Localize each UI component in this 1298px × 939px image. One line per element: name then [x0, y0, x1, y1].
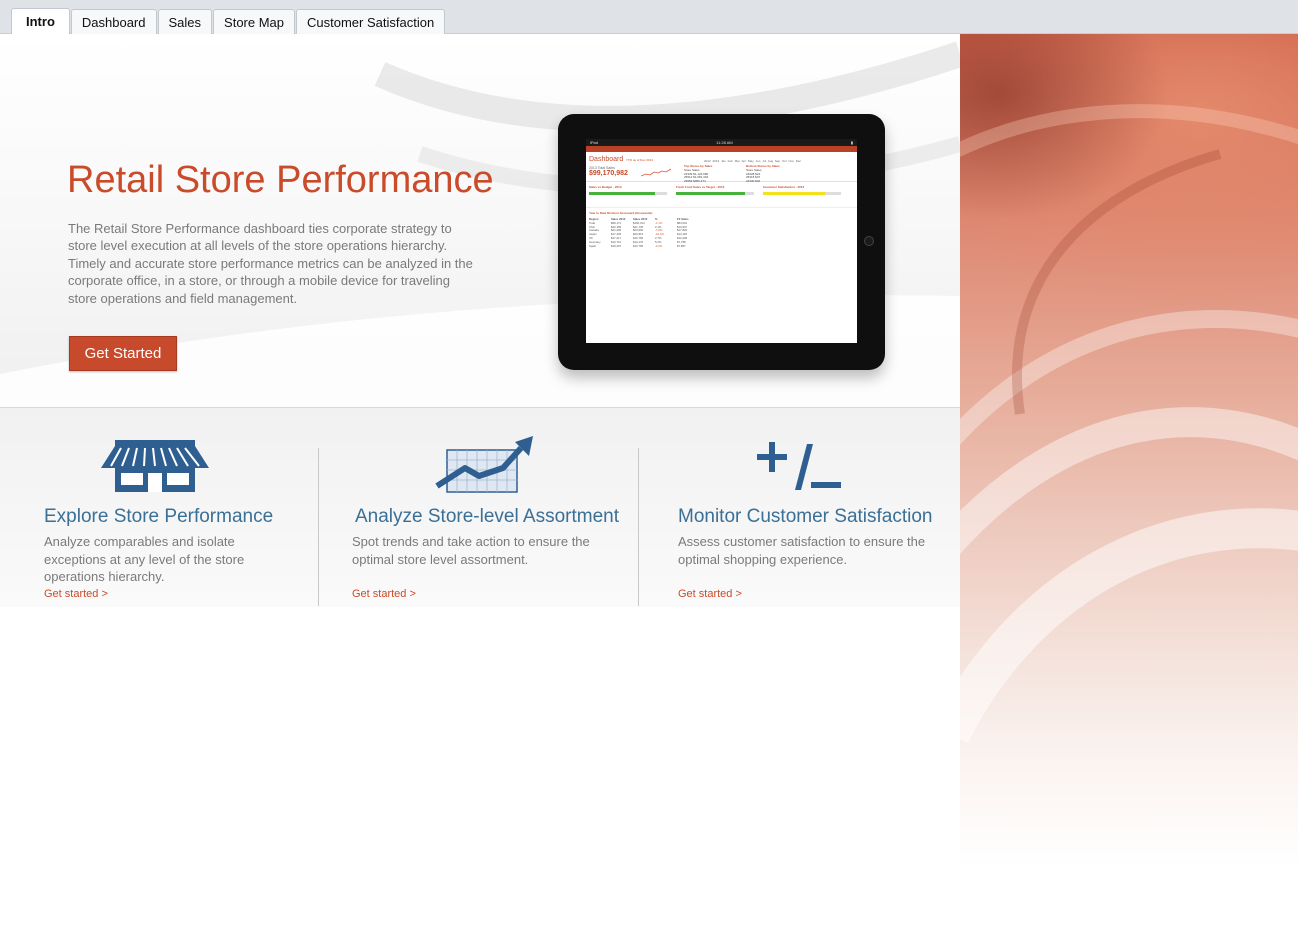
bar-title: Customer Satisfaction - 2013	[763, 185, 805, 189]
monitor-get-started-link[interactable]: Get started >	[678, 588, 742, 600]
feature-desc-monitor: Assess customer satisfaction to ensure t…	[678, 534, 926, 567]
get-started-button[interactable]: Get Started	[69, 336, 177, 371]
hero-section: Retail Store Performance The Retail Stor…	[0, 34, 960, 407]
ipad-dashboard-subtitle: YTD as of Dec 2013	[626, 158, 654, 162]
page-title: Retail Store Performance	[67, 159, 494, 201]
analyze-get-started-link[interactable]: Get started >	[352, 588, 416, 600]
decorative-background-panel	[960, 34, 1298, 939]
battery-icon: ▮	[850, 140, 853, 145]
ipad-dashboard-header: Dashboard YTD as of Dec 2013 2012 2013 J…	[586, 152, 857, 183]
feature-divider	[318, 448, 319, 606]
tab-list: Intro Dashboard Sales Store Map Customer…	[11, 8, 446, 34]
tab-sales[interactable]: Sales	[157, 9, 213, 34]
ipad-kpi-value: $99,170,982	[589, 170, 628, 177]
bar-fill	[676, 192, 745, 195]
feature-title-analyze: Analyze Store-level Assortment	[355, 506, 620, 527]
decorative-swoosh-graphic	[960, 104, 1298, 743]
tab-dashboard[interactable]: Dashboard	[70, 9, 157, 34]
ipad-label: iPad	[590, 140, 599, 145]
ipad-time: 11:28 AM	[716, 140, 733, 145]
tab-store-map[interactable]: Store Map	[213, 9, 296, 34]
ipad-scorecard-table: Year to Date Division Scorecard (thousan…	[586, 208, 857, 250]
scorecard-title: Year to Date Division Scorecard (thousan…	[589, 211, 653, 215]
scorecard-cell: $7,897	[677, 243, 686, 248]
feature-title-monitor: Monitor Customer Satisfaction	[678, 506, 933, 527]
features-section: Explore Store Performance Analyze compar…	[0, 407, 960, 607]
bar-track	[763, 192, 841, 195]
bar-fill	[589, 192, 656, 195]
scorecard-row: Spain $10,297 $10,795 -4.6% $7,897	[589, 244, 854, 248]
ipad-month-selector: 2012 2013 Jan Feb Mar Apr May Jun Jul Au…	[704, 159, 802, 163]
explore-get-started-link[interactable]: Get started >	[44, 588, 108, 600]
hero-description: The Retail Store Performance dashboard t…	[68, 221, 473, 306]
tab-customer-satisfaction[interactable]: Customer Satisfaction	[296, 9, 446, 34]
ipad-status-bar: iPad 11:28 AM ▮	[586, 139, 857, 146]
scorecard-cell: -4.6%	[655, 243, 663, 248]
plus-minus-icon	[757, 442, 841, 490]
bar-title: Fresh Food Sales vs Target - 2013	[676, 185, 725, 189]
ipad-kpi-bars: Sales vs Budget - 2013 Fresh Food Sales …	[586, 182, 857, 208]
scorecard-cell: Spain	[589, 243, 597, 248]
bar-title: Sales vs Budget - 2013	[589, 185, 622, 189]
feature-title-explore: Explore Store Performance	[44, 506, 274, 527]
scorecard-cell: $10,297	[611, 243, 622, 248]
bar-fill	[763, 192, 826, 195]
feature-divider	[638, 448, 639, 606]
bar-track	[589, 192, 667, 195]
scorecard-rows: Region Sales 2013 Sales 2012% FF Sales Total…	[589, 217, 854, 248]
sales-vs-budget-bar: Sales vs Budget - 2013	[589, 185, 667, 195]
fresh-food-bar: Fresh Food Sales vs Target - 2013	[676, 185, 754, 195]
sales-sparkline-icon	[641, 168, 671, 177]
feature-desc-explore: Analyze comparables and isolate exceptio…	[44, 534, 245, 584]
ipad-device-image: iPad 11:28 AM ▮ Dashboard YTD as of Dec …	[558, 114, 885, 370]
feature-desc-analyze: Spot trends and take action to ensure th…	[352, 534, 590, 567]
customer-satisfaction-bar: Customer Satisfaction - 2013	[763, 185, 841, 195]
trend-chart-icon	[435, 436, 533, 493]
tab-intro[interactable]: Intro	[11, 8, 70, 34]
scorecard-cell: $10,795	[633, 243, 644, 248]
ipad-camera-dot	[864, 236, 874, 246]
ipad-screen: iPad 11:28 AM ▮ Dashboard YTD as of Dec …	[586, 139, 857, 343]
bar-track	[676, 192, 754, 195]
storefront-icon	[101, 440, 209, 492]
tab-bar: Intro Dashboard Sales Store Map Customer…	[0, 0, 1298, 34]
ipad-dashboard-title: Dashboard	[589, 156, 624, 163]
